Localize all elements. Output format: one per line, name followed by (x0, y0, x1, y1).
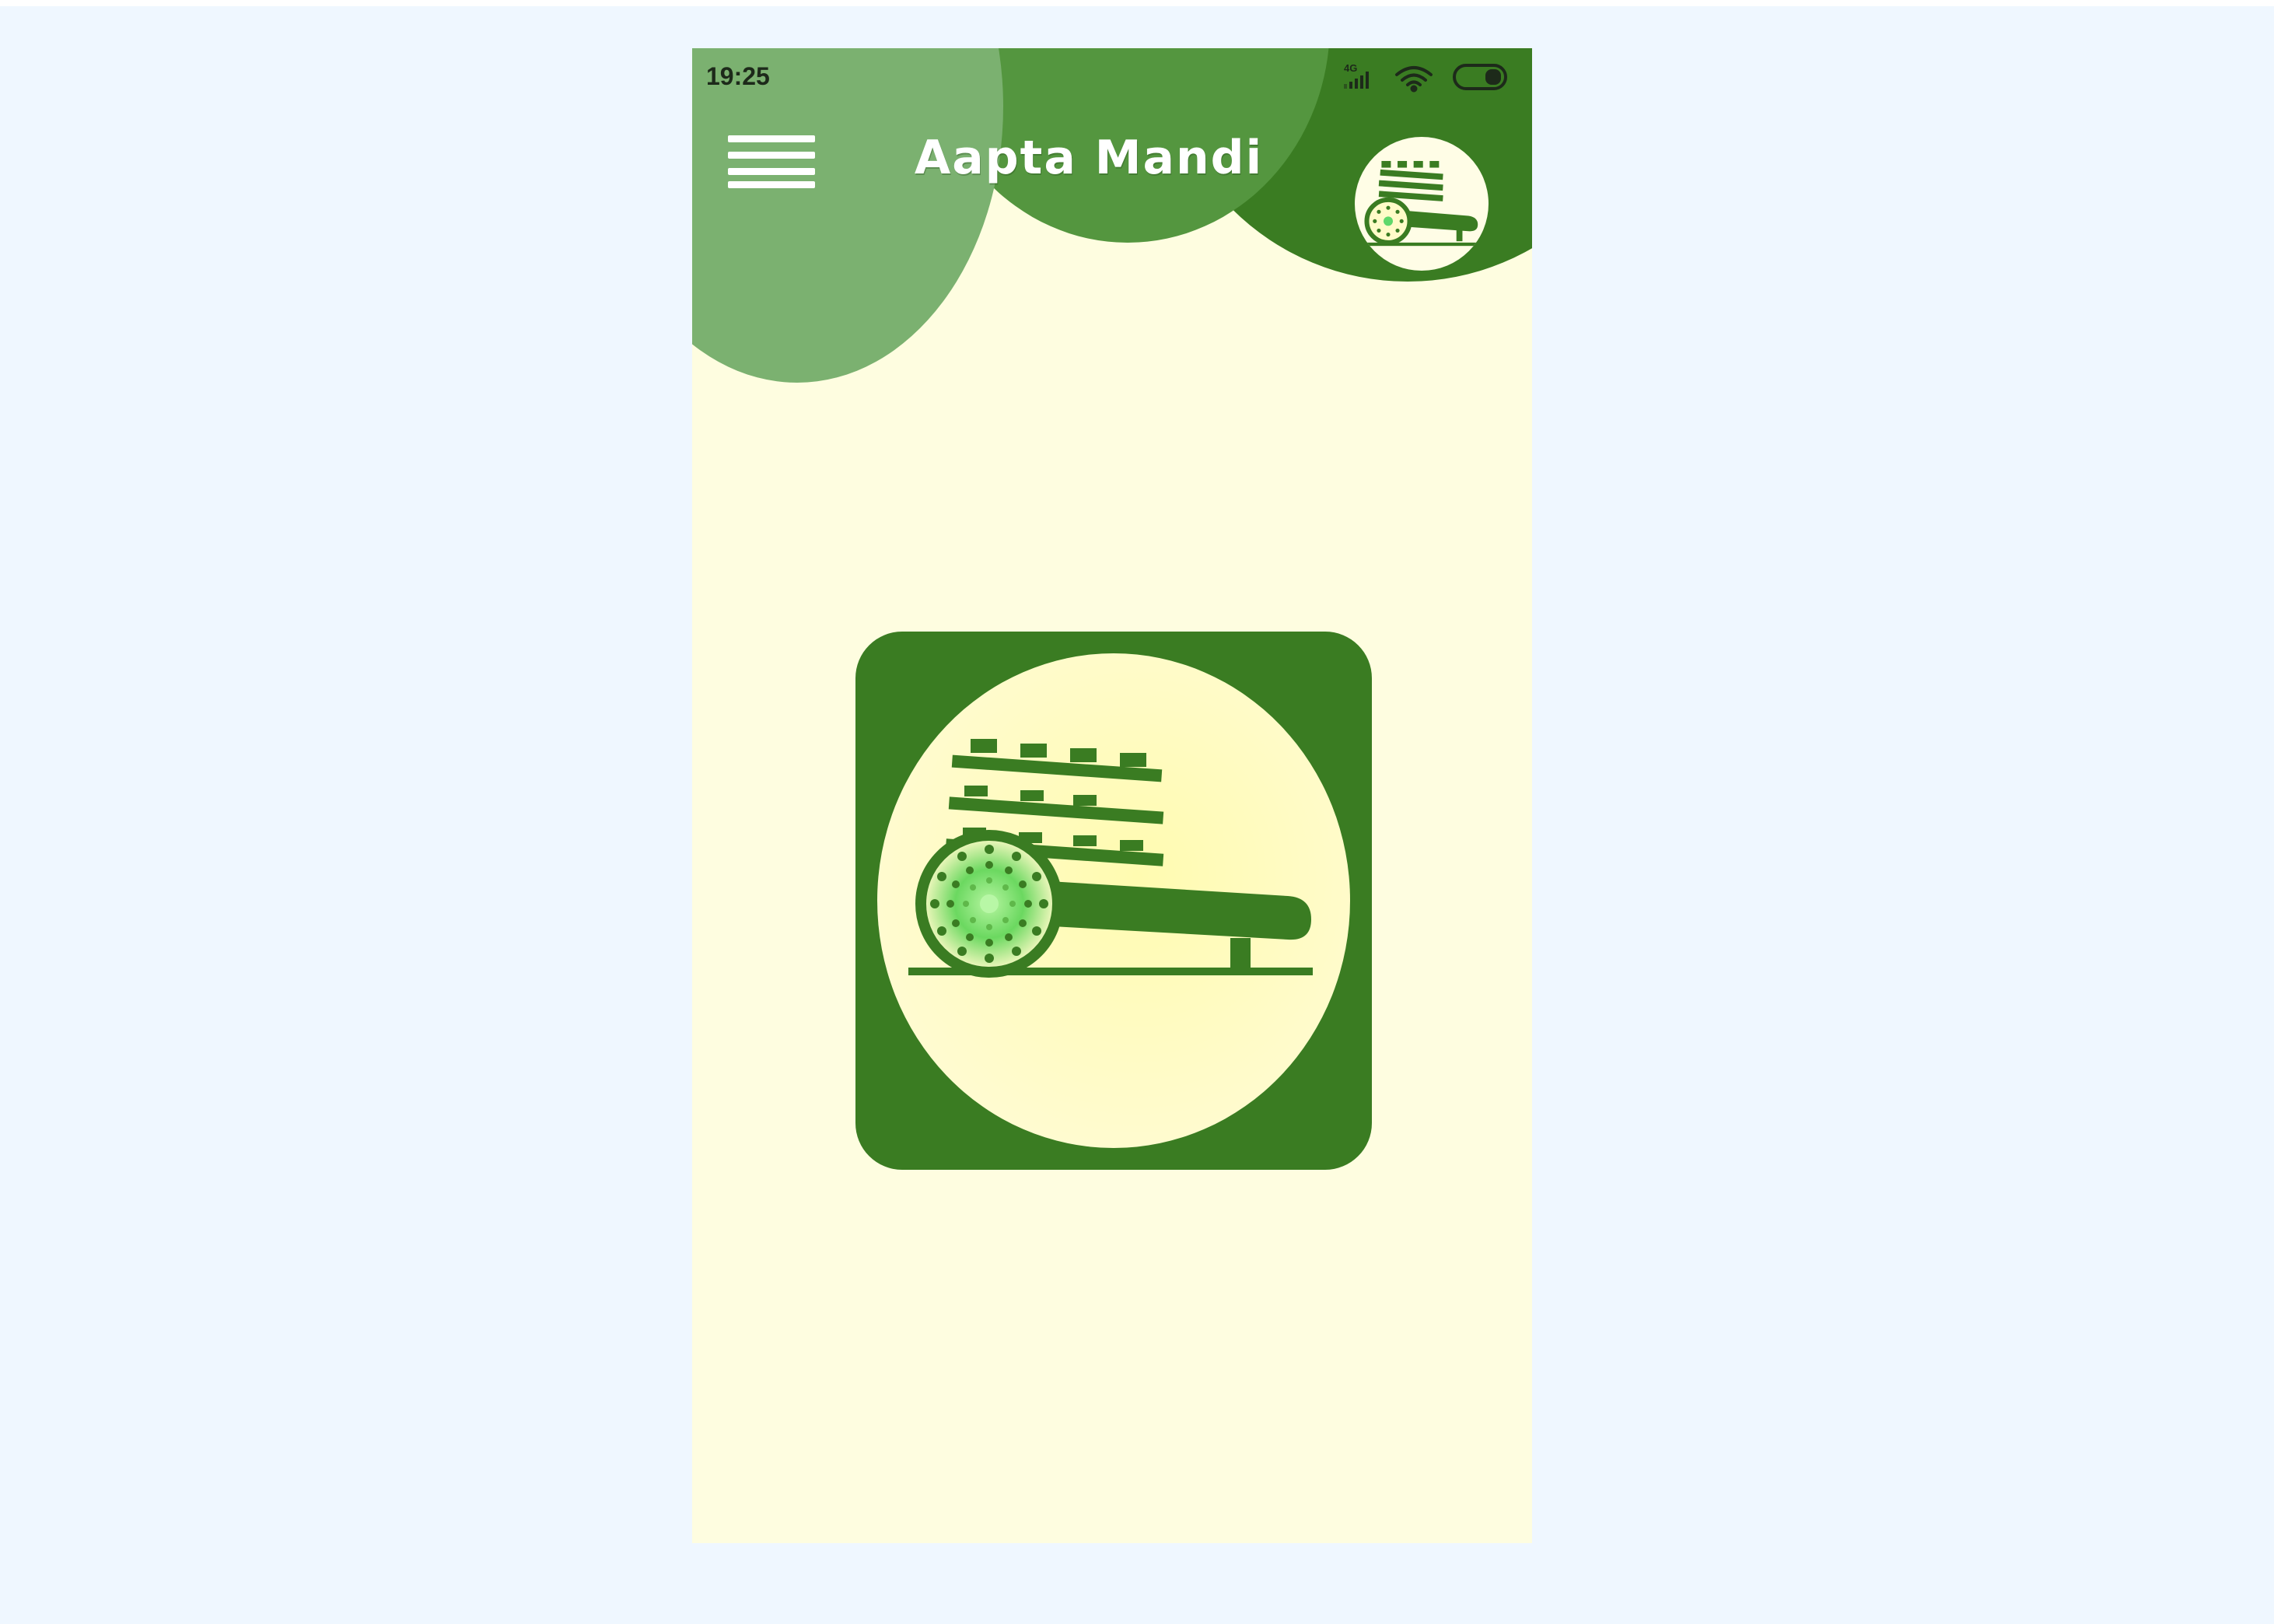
status-bar: 19:25 4G (692, 48, 1532, 107)
network-type-label: 4G (1344, 62, 1357, 74)
top-strip (0, 0, 2274, 6)
phone-screen: 19:25 4G Aapta Mandi (692, 48, 1532, 1543)
status-time: 19:25 (706, 62, 770, 90)
wifi-icon (1395, 66, 1433, 93)
battery-icon (1453, 64, 1507, 90)
bullock-cart-logo-icon (1364, 160, 1479, 247)
profile-avatar-button[interactable] (1355, 137, 1489, 271)
app-title: Aapta Mandi (914, 131, 1264, 185)
bullock-cart-logo-icon (877, 653, 1350, 1148)
menu-button[interactable] (728, 135, 815, 188)
cart-wheel (915, 830, 1063, 978)
status-icons: 4G (1344, 62, 1507, 93)
signal-icon (1344, 72, 1369, 89)
page-canvas: 19:25 4G Aapta Mandi (0, 0, 2274, 1624)
app-logo-tile (855, 632, 1372, 1170)
hamburger-menu-icon (728, 135, 815, 188)
